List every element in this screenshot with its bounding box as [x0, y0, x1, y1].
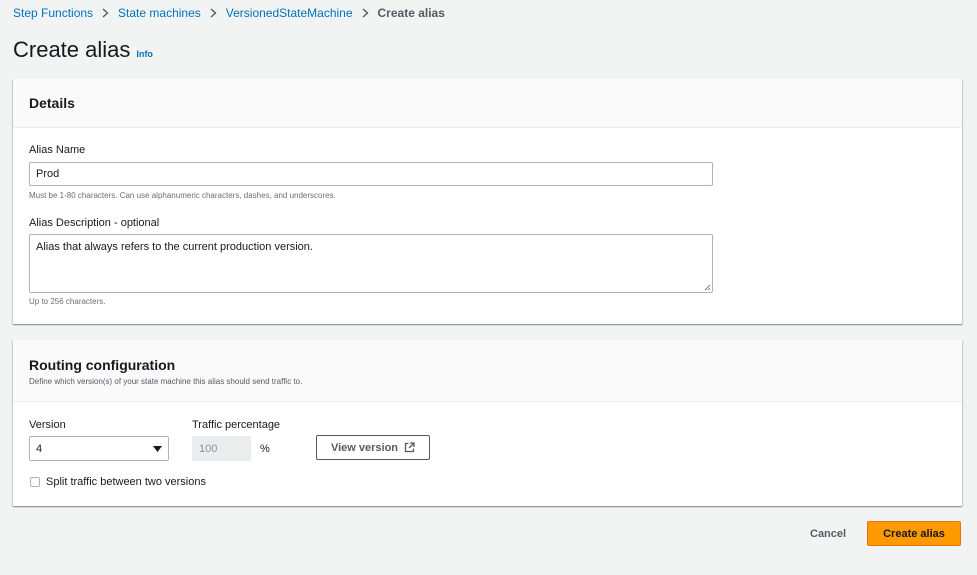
- resize-handle-icon[interactable]: [704, 284, 711, 291]
- alias-name-value: Prod: [36, 168, 60, 180]
- breadcrumb: Step Functions State machines VersionedS…: [13, 5, 445, 21]
- split-traffic-checkbox[interactable]: [30, 477, 40, 487]
- chevron-right-icon: [210, 8, 217, 18]
- percent-sign: %: [260, 443, 270, 455]
- alias-description-value: Alias that always refers to the current …: [36, 241, 313, 253]
- caret-down-icon: [153, 445, 162, 452]
- routing-description: Define which version(s) of your state ma…: [29, 377, 303, 386]
- create-alias-button[interactable]: Create alias: [867, 521, 961, 546]
- info-link[interactable]: Info: [136, 49, 153, 59]
- traffic-percentage-label: Traffic percentage: [192, 419, 281, 431]
- external-link-icon: [404, 442, 415, 453]
- details-heading: Details: [29, 95, 75, 111]
- chevron-right-icon: [362, 8, 369, 18]
- chevron-right-icon: [102, 8, 109, 18]
- traffic-percentage-input: 100: [192, 436, 251, 461]
- routing-heading: Routing configuration: [29, 357, 176, 373]
- breadcrumb-versioned-state-machine[interactable]: VersionedStateMachine: [226, 6, 353, 20]
- alias-description-hint: Up to 256 characters.: [29, 297, 106, 306]
- routing-header: Routing configuration Define which versi…: [13, 340, 962, 402]
- alias-description-label: Alias Description - optional: [29, 217, 160, 229]
- details-panel: Details Alias Name Prod Must be 1-80 cha…: [13, 79, 962, 324]
- view-version-label: View version: [330, 441, 399, 454]
- alias-name-label: Alias Name: [29, 144, 86, 156]
- details-header: Details: [13, 79, 962, 128]
- version-value: 4: [36, 442, 43, 455]
- breadcrumb-current: Create alias: [377, 6, 445, 20]
- version-select[interactable]: 4: [29, 436, 169, 461]
- alias-name-hint: Must be 1-80 characters. Can use alphanu…: [29, 191, 336, 200]
- alias-name-input[interactable]: Prod: [29, 162, 713, 186]
- page-title: Create alias: [13, 37, 131, 62]
- view-version-button[interactable]: View version: [316, 435, 430, 460]
- cancel-button[interactable]: Cancel: [810, 528, 846, 540]
- alias-description-textarea[interactable]: Alias that always refers to the current …: [29, 234, 713, 293]
- page-header: Create alias Info: [13, 37, 153, 63]
- split-traffic-label: Split traffic between two versions: [46, 476, 206, 488]
- traffic-percentage-value: 100: [199, 442, 218, 455]
- routing-panel: Routing configuration Define which versi…: [13, 340, 962, 506]
- version-label: Version: [29, 419, 66, 431]
- breadcrumb-step-functions[interactable]: Step Functions: [13, 6, 93, 20]
- breadcrumb-state-machines[interactable]: State machines: [118, 6, 201, 20]
